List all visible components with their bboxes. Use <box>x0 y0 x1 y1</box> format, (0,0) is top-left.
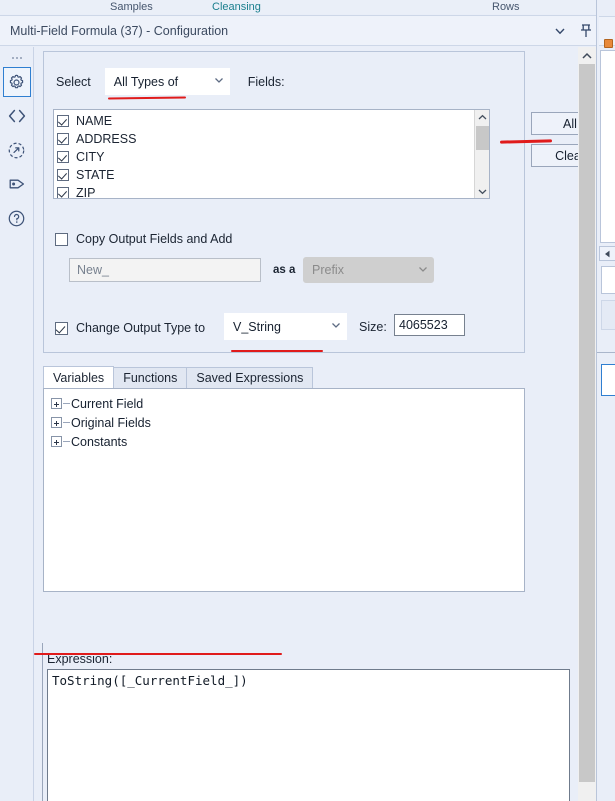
checkbox-icon[interactable] <box>57 133 69 145</box>
tree-connector <box>63 422 70 423</box>
list-item[interactable]: ZIP <box>57 184 474 198</box>
tree-node-constants[interactable]: Constants <box>51 432 524 451</box>
expression-helper: Variables Functions Saved Expressions Cu… <box>43 366 525 592</box>
orange-square-icon <box>604 39 613 48</box>
ribbon-item-samples[interactable]: Samples <box>110 1 153 13</box>
sidebar-item-configuration[interactable] <box>2 67 31 97</box>
change-output-type-checkbox[interactable]: Change Output Type to <box>55 321 205 335</box>
checkbox-icon <box>55 232 68 246</box>
new-field-name-placeholder: New_ <box>77 263 109 277</box>
size-label: Size: <box>359 320 387 334</box>
prefix-suffix-dropdown-value: Prefix <box>312 263 344 277</box>
chevron-left-icon[interactable] <box>599 246 615 261</box>
expression-input[interactable]: ToString([_CurrentField_]) <box>47 669 570 801</box>
tab-saved-expressions[interactable]: Saved Expressions <box>186 367 314 388</box>
chevron-down-icon[interactable] <box>547 17 573 45</box>
configuration-panel: Select All Types of Fields: NAME ADDRESS… <box>33 47 609 801</box>
tree-node-label: Constants <box>71 434 128 449</box>
chevron-down-icon[interactable] <box>477 184 488 198</box>
field-list-items: NAME ADDRESS CITY STATE ZIP <box>54 110 474 198</box>
copy-output-fields-checkbox[interactable]: Copy Output Fields and Add <box>55 232 232 246</box>
expand-plus-icon[interactable] <box>51 417 62 428</box>
right-pane-divider <box>597 352 615 353</box>
code-brackets-icon <box>7 107 27 125</box>
size-input[interactable]: 4065523 <box>394 314 465 336</box>
right-pane-header <box>599 16 615 48</box>
tab-strip: Variables Functions Saved Expressions <box>43 366 525 388</box>
change-output-type-label: Change Output Type to <box>76 321 206 335</box>
chevron-down-icon <box>199 74 225 89</box>
select-row: Select All Types of Fields: <box>56 68 285 95</box>
ribbon-item-cleansing[interactable]: Cleansing <box>212 1 261 13</box>
checkbox-icon[interactable] <box>57 151 69 163</box>
variables-tree: Current Field Original Fields Constants <box>43 388 525 592</box>
field-name: ZIP <box>76 186 96 198</box>
tab-functions[interactable]: Functions <box>113 367 188 388</box>
panel-scrollbar[interactable] <box>578 47 596 801</box>
tree-connector <box>63 403 70 404</box>
chevron-up-icon[interactable] <box>477 110 488 124</box>
list-item[interactable]: NAME <box>57 112 474 130</box>
chevron-down-icon <box>316 319 342 334</box>
scrollbar-thumb[interactable] <box>475 126 489 150</box>
right-results-pane <box>596 0 615 801</box>
configuration-titlebar: Multi-Field Formula (37) - Configuration <box>0 15 600 46</box>
checkbox-icon[interactable] <box>57 115 69 127</box>
output-type-dropdown-value: V_String <box>233 319 281 334</box>
field-list-scrollbar[interactable] <box>474 110 489 198</box>
expression-label: Expression: <box>47 652 113 666</box>
tree-node-label: Current Field <box>71 396 144 411</box>
tree-node-original-fields[interactable]: Original Fields <box>51 413 524 432</box>
chevron-down-icon <box>403 263 429 278</box>
copy-output-fields-label: Copy Output Fields and Add <box>76 232 233 246</box>
question-mark-icon <box>7 209 26 228</box>
output-type-dropdown[interactable]: V_String <box>224 313 347 340</box>
checkbox-icon[interactable] <box>57 169 69 181</box>
new-field-name-input[interactable]: New_ <box>69 258 261 282</box>
field-listbox[interactable]: NAME ADDRESS CITY STATE ZIP <box>53 109 490 199</box>
tab-variables[interactable]: Variables <box>43 366 115 388</box>
rail-drag-dots[interactable] <box>11 53 22 63</box>
sidebar-item-runtime[interactable] <box>3 135 31 165</box>
sidebar-item-code[interactable] <box>3 101 31 131</box>
field-type-dropdown[interactable]: All Types of <box>104 68 230 95</box>
expand-plus-icon[interactable] <box>51 398 62 409</box>
gear-icon <box>7 73 26 92</box>
as-a-label: as a <box>273 264 296 276</box>
fields-label: Fields: <box>247 74 285 89</box>
list-item[interactable]: ADDRESS <box>57 130 474 148</box>
scrollbar-thumb[interactable] <box>579 64 595 782</box>
ribbon-strip: Samples Cleansing Rows <box>0 0 615 14</box>
field-name: STATE <box>76 168 115 182</box>
list-item[interactable]: CITY <box>57 148 474 166</box>
chevron-up-icon[interactable] <box>578 47 596 64</box>
field-type-dropdown-value: All Types of <box>113 74 179 89</box>
field-name: NAME <box>76 114 113 128</box>
sidebar-item-annotation[interactable] <box>3 169 31 199</box>
circle-arrow-icon <box>7 141 26 160</box>
tree-node-current-field[interactable]: Current Field <box>51 394 524 413</box>
checkbox-icon <box>55 321 68 335</box>
tree-node-label: Original Fields <box>71 415 151 430</box>
alteryx-configuration-window: Samples Cleansing Rows Multi-Field Formu… <box>0 0 615 801</box>
ribbon-item-rows[interactable]: Rows <box>492 1 520 13</box>
right-pane-toolbar <box>601 300 615 330</box>
prefix-suffix-dropdown: Prefix <box>303 257 434 283</box>
page-title: Multi-Field Formula (37) - Configuration <box>10 23 229 38</box>
select-label: Select <box>56 74 91 89</box>
list-item[interactable]: STATE <box>57 166 474 184</box>
sidebar-item-help[interactable] <box>3 203 31 233</box>
expand-plus-icon[interactable] <box>51 436 62 447</box>
tag-icon <box>7 175 27 193</box>
right-pane-selected-item[interactable] <box>601 364 615 396</box>
checkbox-icon[interactable] <box>57 187 69 198</box>
field-name: ADDRESS <box>76 132 137 146</box>
field-selection-card: Select All Types of Fields: NAME ADDRESS… <box>43 51 609 353</box>
field-name: CITY <box>76 150 105 164</box>
right-pane-input[interactable] <box>601 266 615 294</box>
tool-icon-rail <box>0 47 33 801</box>
right-pane-content <box>600 50 615 243</box>
tree-connector <box>63 441 70 442</box>
